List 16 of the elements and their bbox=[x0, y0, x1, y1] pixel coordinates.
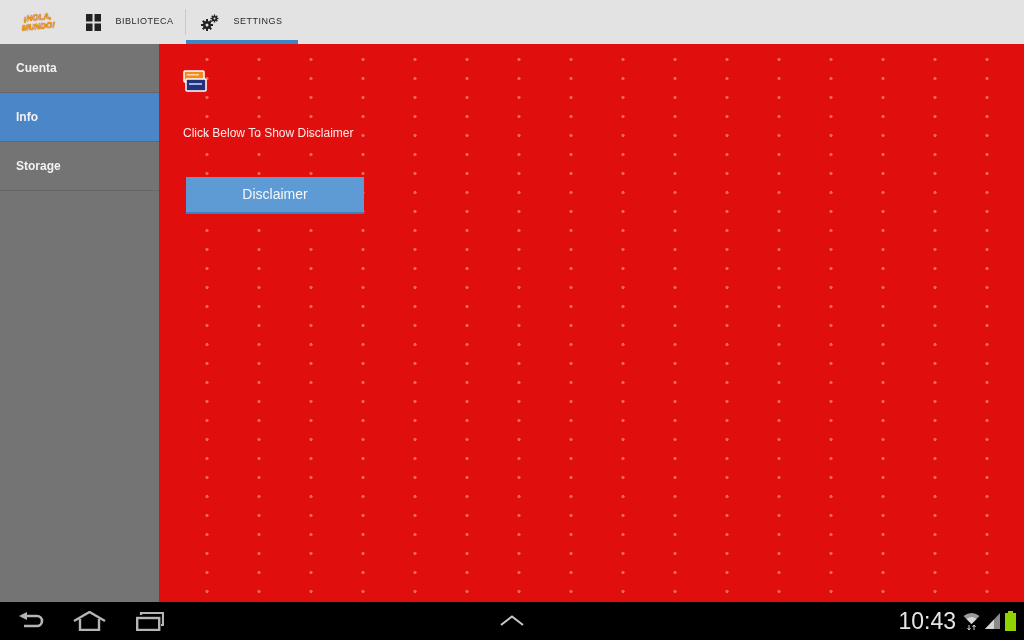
gears-icon bbox=[201, 13, 220, 31]
sidebar-item[interactable]: Info bbox=[0, 93, 159, 142]
cards-icon bbox=[183, 70, 207, 92]
home-icon[interactable] bbox=[73, 611, 106, 631]
recent-apps-icon[interactable] bbox=[136, 611, 164, 631]
grid-icon bbox=[86, 13, 102, 31]
clock-time: 10:43 bbox=[898, 608, 956, 634]
tab[interactable]: BIBLIOTECA bbox=[75, 0, 185, 44]
back-icon[interactable] bbox=[18, 612, 44, 630]
wifi-icon bbox=[963, 612, 980, 630]
signal-icon bbox=[985, 613, 1000, 629]
chevron-up-icon[interactable] bbox=[500, 615, 524, 626]
app-logo: ¡HOLA, MUNDO! bbox=[20, 10, 56, 34]
battery-icon bbox=[1005, 611, 1016, 631]
disclaimer-button[interactable]: Disclaimer bbox=[186, 177, 364, 214]
instruction-text: Click Below To Show Disclaimer bbox=[183, 126, 354, 141]
